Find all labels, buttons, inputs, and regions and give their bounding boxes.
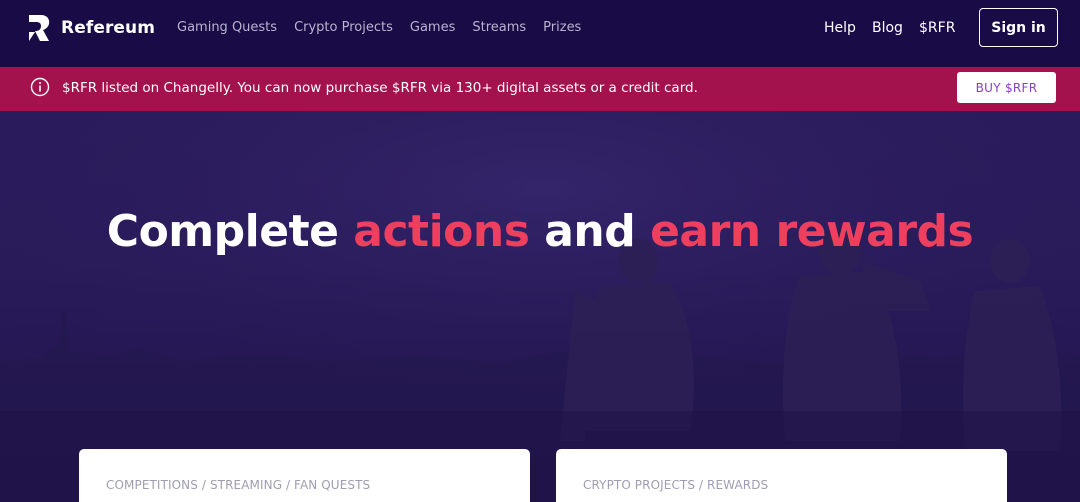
nav-rfr-token[interactable]: $RFR [919, 20, 955, 37]
main-nav: Gaming Quests Crypto Projects Games Stre… [177, 20, 598, 36]
hero-title-part2: and [529, 206, 651, 257]
info-icon [30, 77, 50, 97]
nav-help[interactable]: Help [824, 20, 856, 37]
nav-gaming-quests[interactable]: Gaming Quests [177, 20, 277, 36]
nav-streams[interactable]: Streams [472, 20, 526, 36]
top-header: Refereum Gaming Quests Crypto Projects G… [0, 0, 1080, 67]
brand-logo[interactable]: Refereum [27, 14, 155, 42]
hero-background-illustration [0, 111, 1080, 502]
brand-name: Refereum [61, 18, 156, 38]
refereum-logo-icon [29, 15, 50, 41]
announcement-text: $RFR listed on Changelly. You can now pu… [62, 80, 698, 96]
nav-games[interactable]: Games [410, 20, 455, 36]
announcement-bar: $RFR listed on Changelly. You can now pu… [0, 67, 1080, 111]
hero-title-accent-actions: actions [353, 206, 530, 257]
hero-title-part1: Complete [106, 206, 354, 257]
competitions-card[interactable]: COMPETITIONS / STREAMING / FAN QUESTS [79, 449, 530, 502]
competitions-card-label: COMPETITIONS / STREAMING / FAN QUESTS [106, 478, 371, 492]
hero-section: Complete actions and earn rewards COMPET… [0, 111, 1080, 502]
hero-title-accent-rewards: earn rewards [650, 206, 974, 257]
nav-prizes[interactable]: Prizes [543, 20, 581, 36]
hero-title: Complete actions and earn rewards [0, 206, 1080, 257]
nav-blog[interactable]: Blog [872, 20, 903, 37]
buy-rfr-button[interactable]: BUY $RFR [957, 72, 1056, 103]
nav-crypto-projects[interactable]: Crypto Projects [294, 20, 393, 36]
sign-in-button[interactable]: Sign in [979, 8, 1058, 47]
crypto-projects-card-label: CRYPTO PROJECTS / REWARDS [583, 478, 769, 492]
crypto-projects-card[interactable]: CRYPTO PROJECTS / REWARDS [556, 449, 1007, 502]
